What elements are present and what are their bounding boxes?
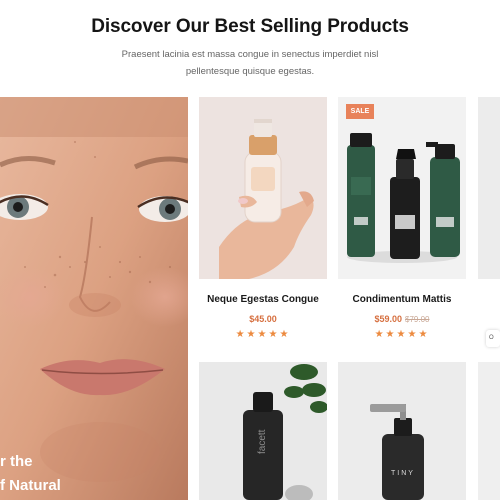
hero-caption-line-2: f Natural: [0, 477, 61, 494]
product-photo-serum-hand: [219, 119, 314, 279]
product-card[interactable]: SALE Condimentum Mattis $59.00 $79.00 ★★★…: [338, 97, 466, 347]
sale-badge: SALE: [346, 104, 374, 119]
rating-stars: ★★★★★: [235, 329, 291, 340]
product-name[interactable]: Neque Egestas Congue: [199, 294, 327, 305]
product-card-partial[interactable]: [478, 362, 500, 500]
hero-portrait-image: [0, 97, 188, 500]
hero-caption: r the f Natural: [0, 450, 188, 498]
product-card[interactable]: TINY: [338, 362, 466, 500]
price-row: $59.00 $79.00: [338, 314, 466, 324]
bottle-label: facett: [257, 429, 268, 454]
bottle-label: TINY: [391, 470, 415, 477]
product-card[interactable]: Neque Egestas Congue $45.00 ★★★★★: [199, 97, 327, 347]
product-old-price: $79.00: [405, 315, 430, 324]
product-image[interactable]: facett: [199, 362, 327, 500]
page: Discover Our Best Selling Products Praes…: [0, 0, 500, 500]
section-title: Discover Our Best Selling Products: [91, 16, 409, 37]
product-card-partial[interactable]: [478, 97, 500, 279]
hero-banner[interactable]: r the f Natural: [0, 97, 188, 500]
product-name[interactable]: Condimentum Mattis: [338, 294, 466, 305]
product-photo-pump-bottle: [338, 362, 466, 500]
hero-caption-line-1: r the: [0, 453, 33, 470]
subtitle-line-2: pellentesque quisque egestas.: [185, 66, 315, 77]
section-subtitle: Praesent lacinia est massa congue in sen…: [100, 46, 400, 80]
product-image[interactable]: SALE: [338, 97, 466, 279]
product-image[interactable]: [199, 97, 327, 279]
product-price: $45.00: [249, 314, 277, 324]
price-row: $45.00: [199, 314, 327, 324]
rating-stars: ★★★★★: [374, 329, 430, 340]
subtitle-line-1: Praesent lacinia est massa congue in sen…: [121, 49, 379, 60]
floating-pill[interactable]: O: [486, 330, 500, 347]
product-photo-green-bottles: [347, 133, 460, 263]
product-card[interactable]: facett: [199, 362, 327, 500]
product-image[interactable]: TINY: [338, 362, 466, 500]
product-price: $59.00: [374, 314, 403, 324]
